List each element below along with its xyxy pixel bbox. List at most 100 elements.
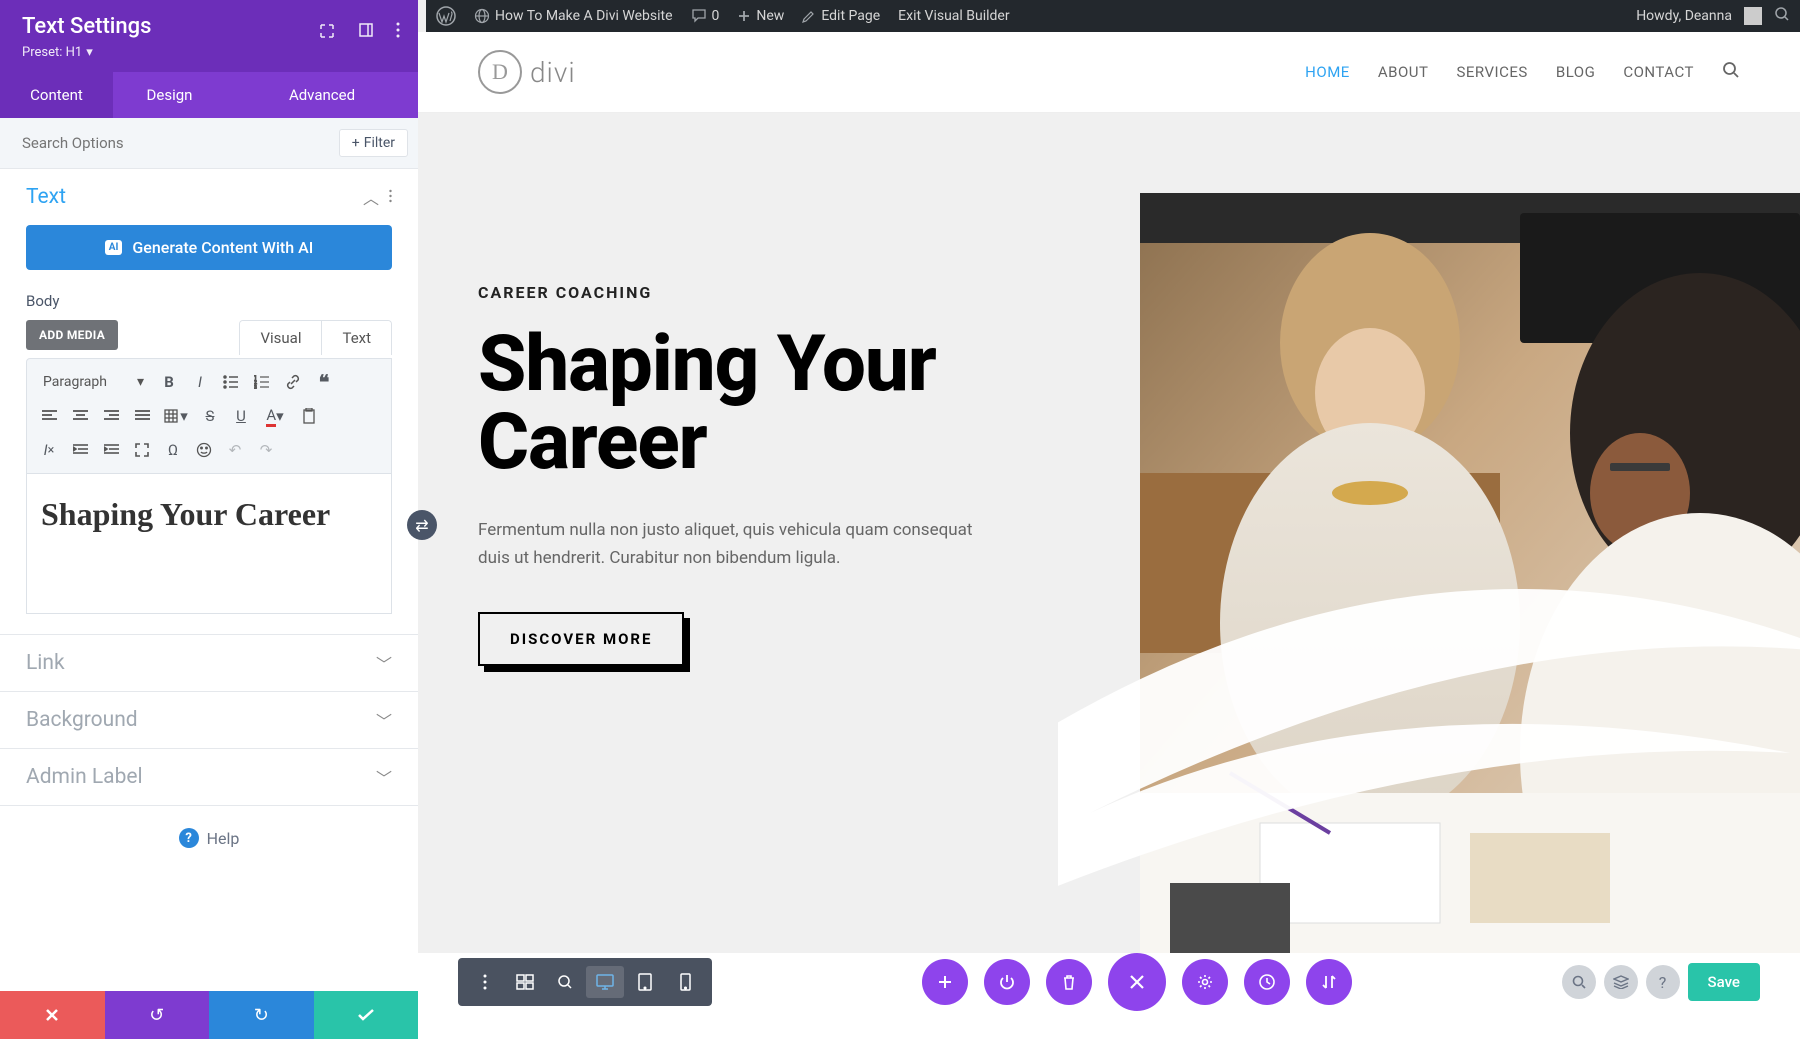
- italic-button[interactable]: I: [186, 368, 214, 396]
- search-input[interactable]: [10, 126, 339, 160]
- special-char-button[interactable]: Ω: [159, 436, 187, 464]
- format-select[interactable]: Paragraph▾: [35, 370, 152, 394]
- search-icon[interactable]: [1774, 6, 1790, 26]
- logo-text: divi: [530, 56, 576, 89]
- add-button[interactable]: [922, 959, 968, 1005]
- tab-content[interactable]: Content: [0, 72, 113, 118]
- site-logo[interactable]: D divi: [478, 50, 576, 94]
- fullscreen-button[interactable]: [128, 436, 156, 464]
- zoom-icon[interactable]: [546, 966, 584, 998]
- filter-button[interactable]: +Filter: [339, 129, 408, 157]
- tab-advanced[interactable]: Advanced: [226, 72, 418, 118]
- more-icon[interactable]: [466, 966, 504, 998]
- avatar[interactable]: [1744, 7, 1762, 25]
- chevron-down-icon: ﹀: [376, 651, 392, 675]
- align-left-button[interactable]: [35, 402, 63, 430]
- generate-ai-button[interactable]: AIGenerate Content With AI: [26, 225, 392, 270]
- editor-tab-text[interactable]: Text: [322, 321, 391, 355]
- panel-resize-handle[interactable]: ⇄: [407, 510, 437, 540]
- section-text-body: AIGenerate Content With AI Body ADD MEDI…: [0, 225, 418, 634]
- site-link[interactable]: How To Make A Divi Website: [474, 8, 673, 24]
- more-icon[interactable]: [389, 188, 392, 207]
- edit-page-link[interactable]: Edit Page: [802, 8, 880, 24]
- discard-button[interactable]: [0, 991, 105, 1039]
- section-background-header[interactable]: Background ﹀: [0, 692, 418, 748]
- link-button[interactable]: [279, 368, 307, 396]
- ordered-list-button[interactable]: 123: [248, 368, 276, 396]
- redo-button[interactable]: ↷: [252, 436, 280, 464]
- chevron-up-icon: ︿: [363, 185, 379, 209]
- desktop-icon[interactable]: [586, 966, 624, 998]
- settings-button[interactable]: [1182, 959, 1228, 1005]
- nav-home[interactable]: HOME: [1305, 63, 1350, 81]
- indent-button[interactable]: [97, 436, 125, 464]
- text-color-button[interactable]: A ▾: [258, 402, 292, 430]
- section-label: Text: [26, 185, 66, 209]
- view-controls: [458, 958, 712, 1006]
- redo-button[interactable]: ↻: [209, 991, 314, 1039]
- align-justify-button[interactable]: [128, 402, 156, 430]
- layers-button[interactable]: [1604, 965, 1638, 999]
- mobile-icon[interactable]: [666, 966, 704, 998]
- clear-format-button[interactable]: I×: [35, 436, 63, 464]
- table-button[interactable]: ▾: [159, 402, 193, 430]
- help-icon: ?: [179, 828, 199, 848]
- hero-heading[interactable]: Shaping Your Career: [478, 326, 1058, 482]
- bold-button[interactable]: B: [155, 368, 183, 396]
- undo-button[interactable]: ↺: [105, 991, 210, 1039]
- nav-blog[interactable]: BLOG: [1556, 63, 1596, 81]
- outdent-button[interactable]: [66, 436, 94, 464]
- sort-button[interactable]: [1306, 959, 1352, 1005]
- search-button[interactable]: [1562, 965, 1596, 999]
- new-link[interactable]: New: [737, 8, 784, 24]
- undo-button[interactable]: ↶: [221, 436, 249, 464]
- section-link-header[interactable]: Link ﹀: [0, 635, 418, 691]
- add-media-button[interactable]: ADD MEDIA: [26, 320, 118, 350]
- strikethrough-button[interactable]: S: [196, 402, 224, 430]
- tab-design[interactable]: Design: [113, 72, 226, 118]
- nav-search-icon[interactable]: [1722, 61, 1740, 83]
- hero-eyebrow: CAREER COACHING: [478, 283, 1058, 302]
- section-text-header[interactable]: Text ︿: [0, 169, 418, 225]
- chevron-down-icon: ﹀: [376, 708, 392, 732]
- nav-services[interactable]: SERVICES: [1456, 63, 1527, 81]
- align-center-button[interactable]: [66, 402, 94, 430]
- unordered-list-button[interactable]: [217, 368, 245, 396]
- paste-button[interactable]: [295, 402, 323, 430]
- emoji-button[interactable]: [190, 436, 218, 464]
- wordpress-icon[interactable]: [436, 6, 456, 26]
- save-button[interactable]: Save: [1688, 963, 1760, 1001]
- exit-builder-link[interactable]: Exit Visual Builder: [898, 8, 1009, 24]
- target-icon[interactable]: [318, 22, 336, 44]
- editor-content-area[interactable]: Shaping Your Career: [26, 474, 392, 614]
- align-right-button[interactable]: [97, 402, 125, 430]
- section-admin-label-header[interactable]: Admin Label ﹀: [0, 749, 418, 805]
- trash-button[interactable]: [1046, 959, 1092, 1005]
- body-label: Body: [26, 292, 392, 310]
- quote-button[interactable]: ❝: [310, 368, 338, 396]
- confirm-button[interactable]: [314, 991, 419, 1039]
- nav-about[interactable]: ABOUT: [1378, 63, 1429, 81]
- decorative-swoosh: [1058, 553, 1800, 913]
- hero-section: CAREER COACHING Shaping Your Career Ferm…: [418, 113, 1800, 953]
- dock-icon[interactable]: [358, 22, 374, 44]
- help-link[interactable]: ? Help: [0, 806, 418, 870]
- history-button[interactable]: [1244, 959, 1290, 1005]
- user-greeting[interactable]: Howdy, Deanna: [1636, 8, 1732, 24]
- hero-cta-button[interactable]: DISCOVER MORE: [478, 612, 684, 666]
- comments-link[interactable]: 0: [691, 8, 720, 24]
- nav-contact[interactable]: CONTACT: [1623, 63, 1694, 81]
- panel-footer: ↺ ↻: [0, 991, 418, 1039]
- underline-button[interactable]: U: [227, 402, 255, 430]
- wireframe-icon[interactable]: [506, 966, 544, 998]
- tablet-icon[interactable]: [626, 966, 664, 998]
- preset-selector[interactable]: Preset: H1▾: [22, 45, 396, 60]
- power-button[interactable]: [984, 959, 1030, 1005]
- editor-tab-visual[interactable]: Visual: [240, 321, 322, 355]
- help-button[interactable]: ?: [1646, 965, 1680, 999]
- more-icon[interactable]: [396, 22, 400, 44]
- plus-icon: [737, 9, 751, 23]
- close-builder-button[interactable]: [1108, 953, 1166, 1011]
- site-header: D divi HOME ABOUT SERVICES BLOG CONTACT: [418, 32, 1800, 113]
- wp-admin-bar: How To Make A Divi Website 0 New Edit Pa…: [426, 0, 1800, 32]
